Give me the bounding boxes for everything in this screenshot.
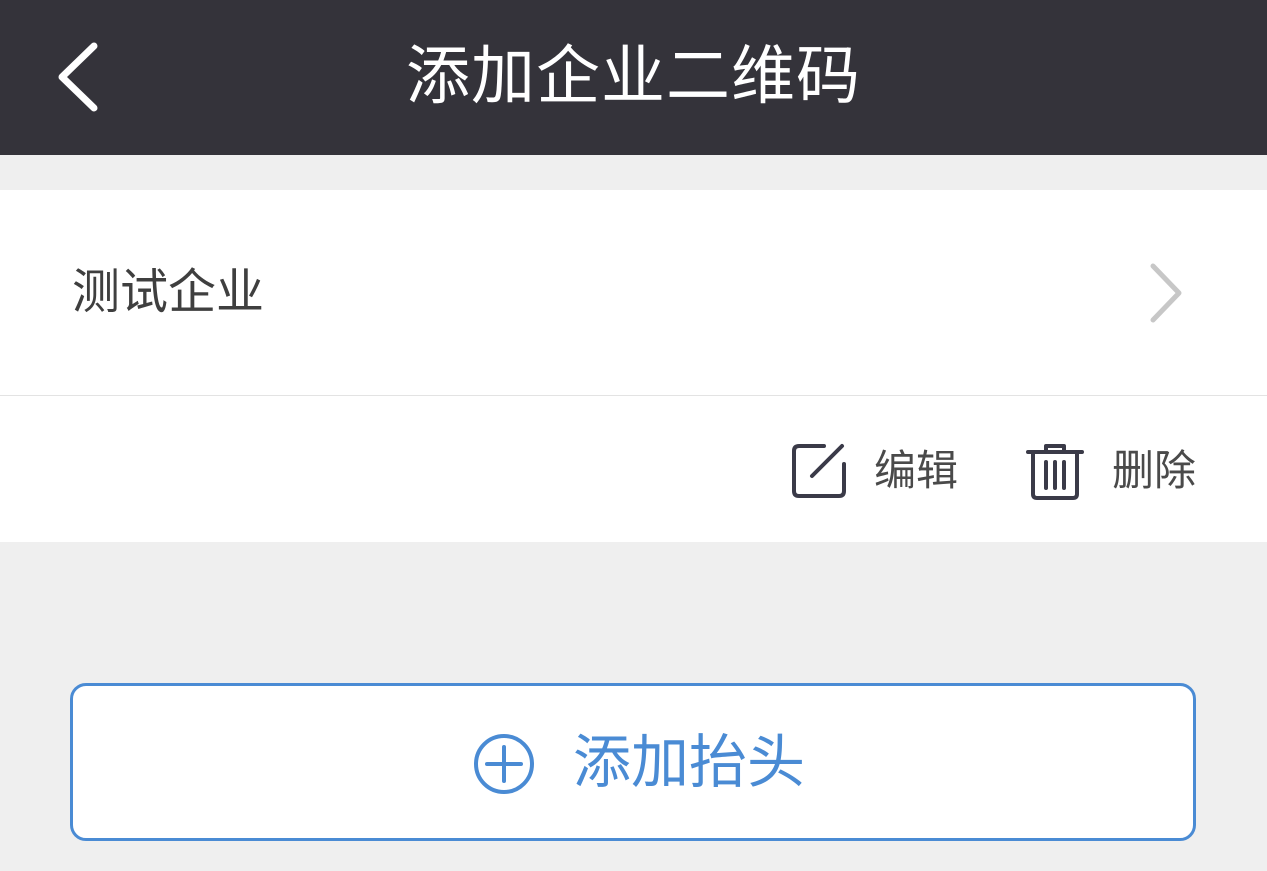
company-row[interactable]: 测试企业 xyxy=(0,190,1267,395)
navbar: 添加企业二维码 xyxy=(0,0,1267,155)
edit-icon xyxy=(792,444,846,498)
actions-row: 编辑 删除 xyxy=(0,396,1267,542)
page: 添加企业二维码 测试企业 编辑 删除 添加抬头 xyxy=(0,0,1267,871)
chevron-left-icon xyxy=(58,42,98,112)
chevron-right-icon xyxy=(1150,263,1182,323)
plus-circle-icon xyxy=(474,734,534,794)
page-title: 添加企业二维码 xyxy=(406,40,861,114)
add-header-label: 添加抬头 xyxy=(573,728,806,796)
company-name: 测试企业 xyxy=(72,264,265,320)
delete-label: 删除 xyxy=(1112,446,1197,495)
add-header-button[interactable]: 添加抬头 xyxy=(70,683,1196,841)
delete-button[interactable]: 删除 xyxy=(1026,436,1206,506)
company-card: 测试企业 编辑 删除 xyxy=(0,190,1267,542)
back-button[interactable] xyxy=(40,30,120,125)
trash-icon xyxy=(1026,444,1084,500)
edit-label: 编辑 xyxy=(874,446,959,495)
edit-button[interactable]: 编辑 xyxy=(790,436,970,506)
